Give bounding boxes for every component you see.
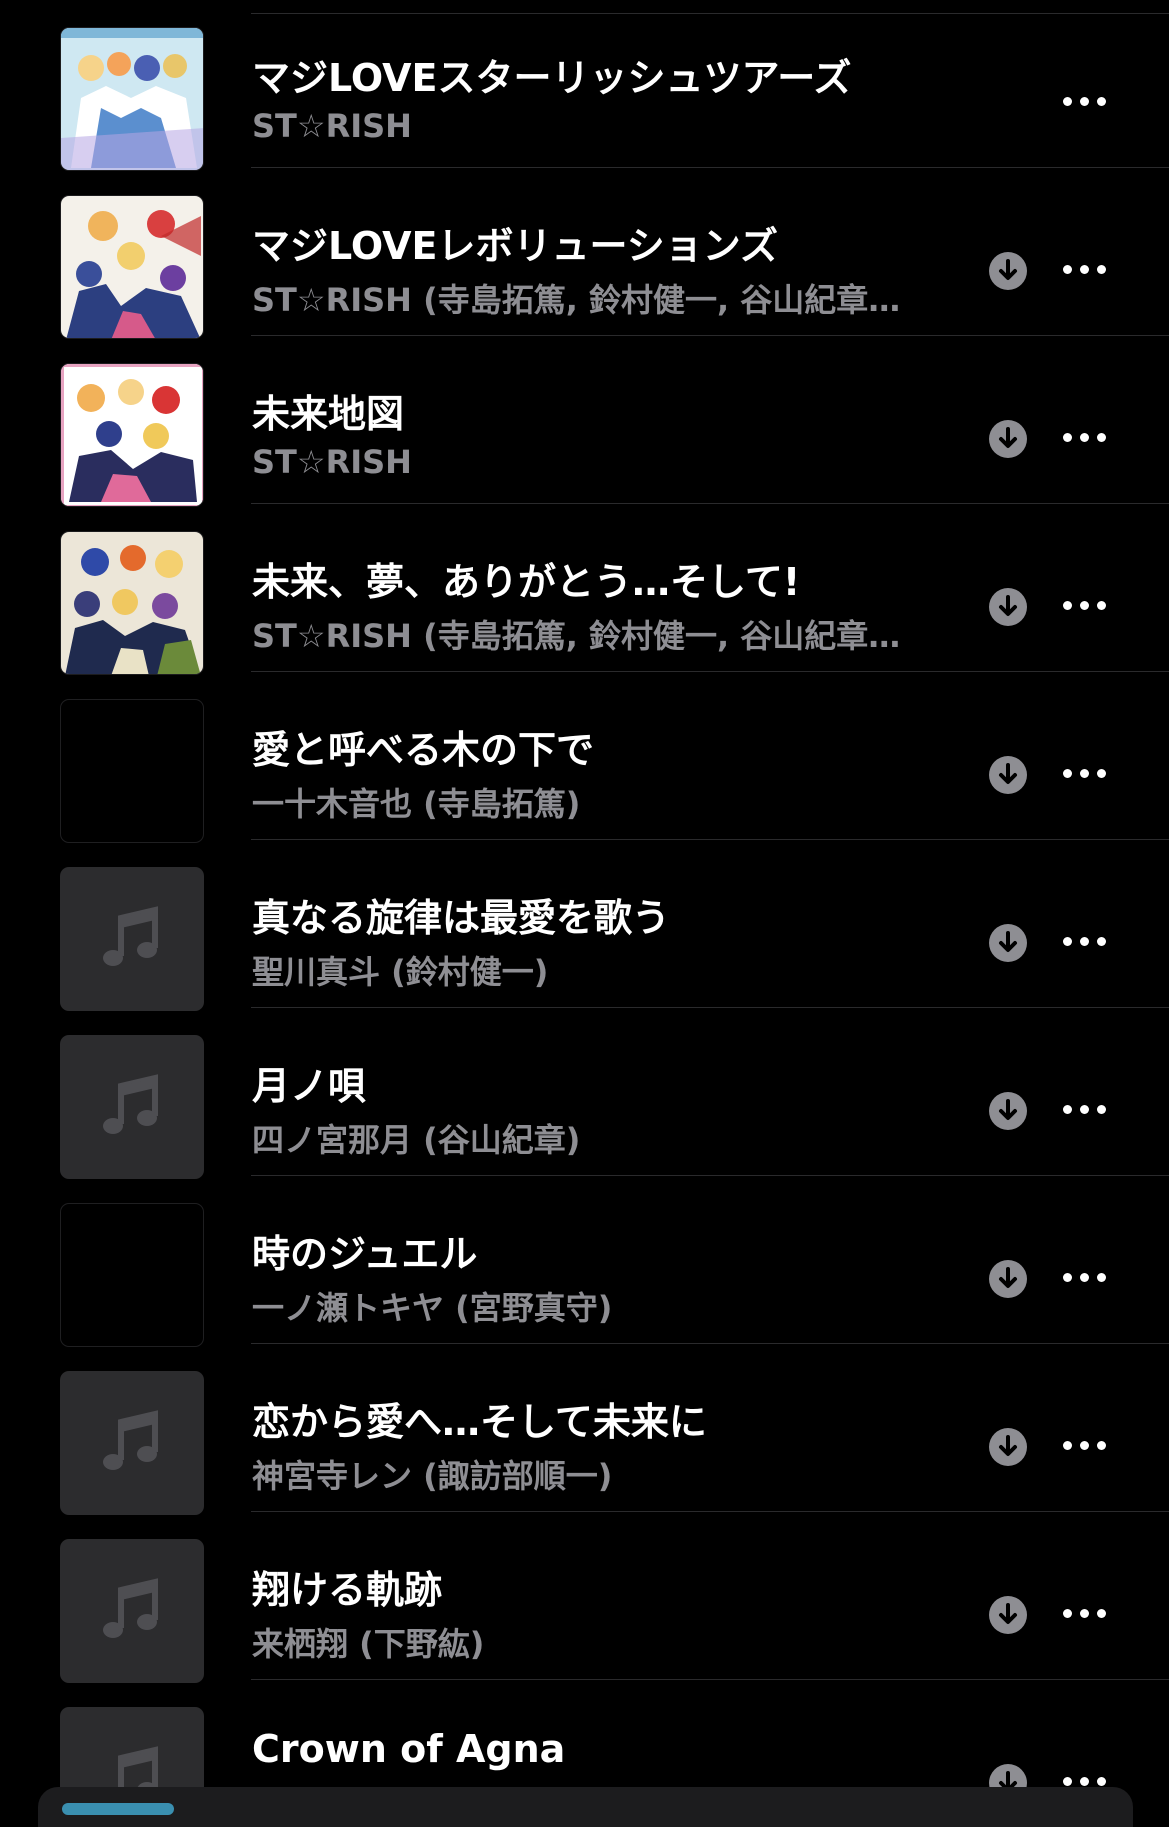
- more-ellipsis-icon[interactable]: [1063, 88, 1107, 114]
- music-note-icon: [103, 906, 158, 966]
- song-title: 未来地図: [252, 392, 405, 436]
- song-row[interactable]: マジLOVEレボリューションズ ST☆RISH (寺島拓篤, 鈴村健一, 谷山紀…: [0, 168, 1169, 339]
- download-circle-icon[interactable]: [988, 755, 1028, 795]
- song-artist: ST☆RISH (寺島拓篤, 鈴村健一, 谷山紀章…: [252, 617, 901, 655]
- song-artist: 来栖翔 (下野紘): [252, 1625, 485, 1663]
- download-circle-icon[interactable]: [988, 923, 1028, 963]
- download-circle-icon[interactable]: [988, 1259, 1028, 1299]
- song-row[interactable]: 翔ける軌跡 来栖翔 (下野紘): [0, 1512, 1169, 1683]
- song-artist: 一十木音也 (寺島拓篤): [252, 785, 581, 823]
- song-row[interactable]: 月ノ唄 四ノ宮那月 (谷山紀章): [0, 1008, 1169, 1179]
- song-row[interactable]: 愛と呼べる木の下で 一十木音也 (寺島拓篤): [0, 672, 1169, 843]
- song-title: 愛と呼べる木の下で: [252, 728, 595, 772]
- album-art-placeholder: [60, 1035, 204, 1179]
- song-artist: 聖川真斗 (鈴村健一): [252, 953, 549, 991]
- more-ellipsis-icon[interactable]: [1063, 1432, 1107, 1458]
- more-ellipsis-icon[interactable]: [1063, 928, 1107, 954]
- song-artist: ST☆RISH: [252, 443, 412, 481]
- song-title: マジLOVEレボリューションズ: [252, 224, 778, 268]
- song-title: マジLOVEスターリッシュツアーズ: [252, 56, 852, 100]
- song-artist: ST☆RISH: [252, 107, 412, 145]
- album-art-placeholder: [60, 1539, 204, 1683]
- song-row[interactable]: マジLOVEスターリッシュツアーズ ST☆RISH: [0, 0, 1169, 171]
- song-title: Crown of Agna: [252, 1727, 566, 1771]
- mini-player-bar[interactable]: [38, 1787, 1133, 1827]
- download-circle-icon[interactable]: [988, 251, 1028, 291]
- song-title: 未来、夢、ありがとう…そして!: [252, 560, 801, 604]
- more-ellipsis-icon[interactable]: [1063, 256, 1107, 282]
- song-row[interactable]: 真なる旋律は最愛を歌う 聖川真斗 (鈴村健一): [0, 840, 1169, 1011]
- song-title: 時のジュエル: [252, 1232, 478, 1276]
- song-title: 翔ける軌跡: [252, 1568, 443, 1612]
- download-circle-icon[interactable]: [988, 587, 1028, 627]
- album-art-placeholder: [60, 1371, 204, 1515]
- song-artist: ST☆RISH (寺島拓篤, 鈴村健一, 谷山紀章…: [252, 281, 901, 319]
- more-ellipsis-icon[interactable]: [1063, 760, 1107, 786]
- song-row[interactable]: 未来地図 ST☆RISH: [0, 336, 1169, 507]
- album-art-placeholder: [60, 1203, 204, 1347]
- album-art: [60, 363, 204, 507]
- music-note-icon: [103, 1074, 158, 1134]
- song-artist: 一ノ瀬トキヤ (宮野真守): [252, 1289, 613, 1327]
- download-circle-icon[interactable]: [988, 1091, 1028, 1131]
- album-art-placeholder: [60, 699, 204, 843]
- album-art: [60, 195, 204, 339]
- album-art: [60, 531, 204, 675]
- song-title: 月ノ唄: [252, 1064, 367, 1108]
- album-art-placeholder: [60, 867, 204, 1011]
- song-title: 恋から愛へ…そして未来に: [252, 1400, 707, 1444]
- song-row[interactable]: 未来、夢、ありがとう…そして! ST☆RISH (寺島拓篤, 鈴村健一, 谷山紀…: [0, 504, 1169, 675]
- mini-player-artwork: [62, 1803, 174, 1815]
- more-ellipsis-icon[interactable]: [1063, 1096, 1107, 1122]
- more-ellipsis-icon[interactable]: [1063, 592, 1107, 618]
- music-note-icon: [103, 1410, 158, 1470]
- download-circle-icon[interactable]: [988, 1595, 1028, 1635]
- download-circle-icon[interactable]: [988, 419, 1028, 459]
- song-row[interactable]: 時のジュエル 一ノ瀬トキヤ (宮野真守): [0, 1176, 1169, 1347]
- song-artist: 四ノ宮那月 (谷山紀章): [252, 1121, 581, 1159]
- more-ellipsis-icon[interactable]: [1063, 424, 1107, 450]
- more-ellipsis-icon[interactable]: [1063, 1264, 1107, 1290]
- more-ellipsis-icon[interactable]: [1063, 1600, 1107, 1626]
- album-art: [60, 27, 204, 171]
- download-circle-icon[interactable]: [988, 1427, 1028, 1467]
- song-title: 真なる旋律は最愛を歌う: [252, 896, 671, 940]
- song-artist: 神宮寺レン (諏訪部順一): [252, 1457, 613, 1495]
- song-row[interactable]: 恋から愛へ…そして未来に 神宮寺レン (諏訪部順一): [0, 1344, 1169, 1515]
- music-note-icon: [103, 1578, 158, 1638]
